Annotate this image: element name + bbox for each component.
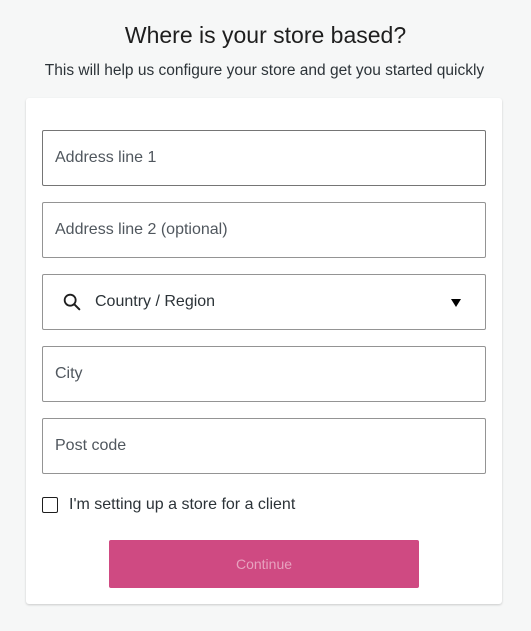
continue-button[interactable]: Continue: [109, 540, 419, 588]
country-region-select[interactable]: Country / Region: [42, 274, 486, 330]
post-code-field[interactable]: [42, 418, 486, 474]
client-store-checkbox-label[interactable]: I'm setting up a store for a client: [69, 496, 295, 514]
address-line-2-input[interactable]: [43, 203, 463, 257]
page-subtitle: This will help us configure your store a…: [44, 62, 485, 79]
address-line-1-input[interactable]: [43, 131, 463, 185]
triangle-down-icon[interactable]: [451, 299, 461, 307]
client-store-checkbox-row[interactable]: I'm setting up a store for a client: [42, 494, 295, 516]
client-store-checkbox[interactable]: [42, 497, 58, 513]
city-field[interactable]: [42, 346, 486, 402]
store-address-card: Country / Region I'm setting up a store …: [26, 98, 502, 604]
post-code-input[interactable]: [43, 419, 463, 473]
country-region-label: Country / Region: [95, 293, 216, 310]
search-icon: [63, 293, 81, 311]
page-title: Where is your store based?: [124, 22, 407, 48]
city-input[interactable]: [43, 347, 463, 401]
address-line-1-field[interactable]: [42, 130, 486, 186]
address-line-2-field[interactable]: [42, 202, 486, 258]
